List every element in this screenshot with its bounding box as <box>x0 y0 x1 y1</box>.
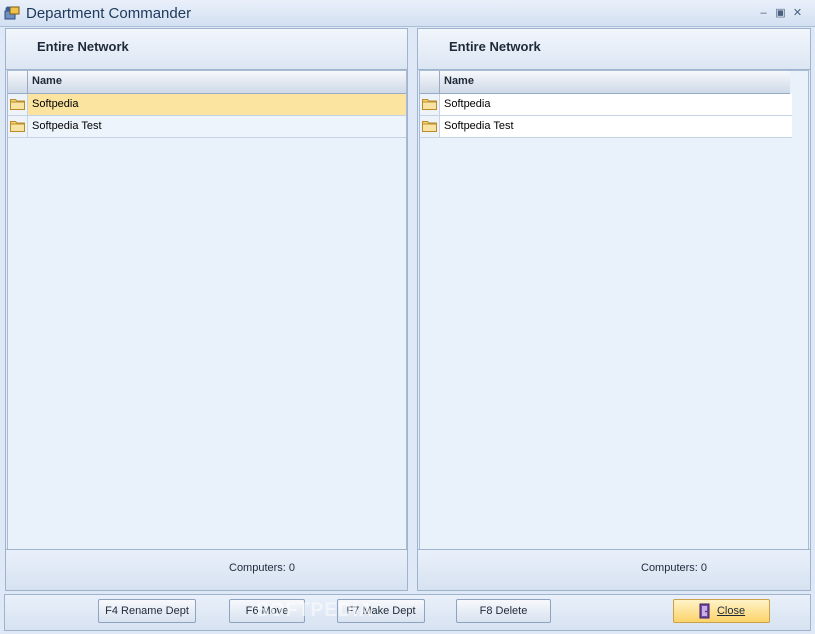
computers-count: Computers: 0 <box>229 562 296 574</box>
left-panel: Entire Network Name Softpedia Softpedia … <box>5 28 408 591</box>
table-row[interactable]: Softpedia Test <box>420 116 792 138</box>
close-button-label: Close <box>716 605 746 618</box>
name-column-header[interactable]: Name <box>444 75 474 87</box>
door-exit-icon <box>698 603 712 619</box>
name-column-header[interactable]: Name <box>32 75 62 87</box>
grid-corner <box>8 71 28 93</box>
row-name: Softpedia Test <box>32 120 102 132</box>
right-panel-footer: Computers: 0 <box>418 549 810 590</box>
left-grid[interactable]: Name Softpedia Softpedia Test <box>7 70 407 551</box>
bottom-toolbar: F4 Rename Dept F6 Move F7 Make Dept F8 D… <box>4 594 811 631</box>
close-icon[interactable]: ✕ <box>791 7 804 20</box>
minimize-icon[interactable]: – <box>757 7 770 20</box>
folder-icon <box>420 94 440 115</box>
row-name: Softpedia <box>32 98 79 110</box>
maximize-icon[interactable]: ▣ <box>774 7 787 20</box>
table-row[interactable]: Softpedia <box>420 94 792 116</box>
left-panel-title: Entire Network <box>37 39 129 54</box>
left-panel-footer: Computers: 0 <box>6 549 407 590</box>
folder-icon <box>8 94 28 115</box>
folder-icon <box>420 116 440 137</box>
row-name: Softpedia Test <box>444 120 514 132</box>
left-panel-header: Entire Network <box>6 29 407 70</box>
title-bar: Department Commander – ▣ ✕ <box>0 0 815 27</box>
table-row[interactable]: Softpedia <box>8 94 406 116</box>
right-grid-header: Name <box>420 71 790 94</box>
grid-corner <box>420 71 440 93</box>
delete-button[interactable]: F8 Delete <box>456 599 551 623</box>
table-row[interactable]: Softpedia Test <box>8 116 406 138</box>
close-button[interactable]: Close <box>673 599 770 623</box>
right-grid[interactable]: Name Softpedia Softpedia Test <box>419 70 809 551</box>
window-title: Department Commander <box>26 5 192 22</box>
left-grid-header: Name <box>8 71 406 94</box>
rename-dept-button[interactable]: F4 Rename Dept <box>98 599 196 623</box>
app-icon <box>4 5 21 22</box>
right-panel-title: Entire Network <box>449 39 541 54</box>
watermark: SOFTPEDIA <box>256 600 374 621</box>
right-panel: Entire Network Name Softpedia Softpedia … <box>417 28 811 591</box>
computers-count: Computers: 0 <box>641 562 708 574</box>
right-panel-header: Entire Network <box>418 29 810 70</box>
folder-icon <box>8 116 28 137</box>
row-name: Softpedia <box>444 98 491 110</box>
